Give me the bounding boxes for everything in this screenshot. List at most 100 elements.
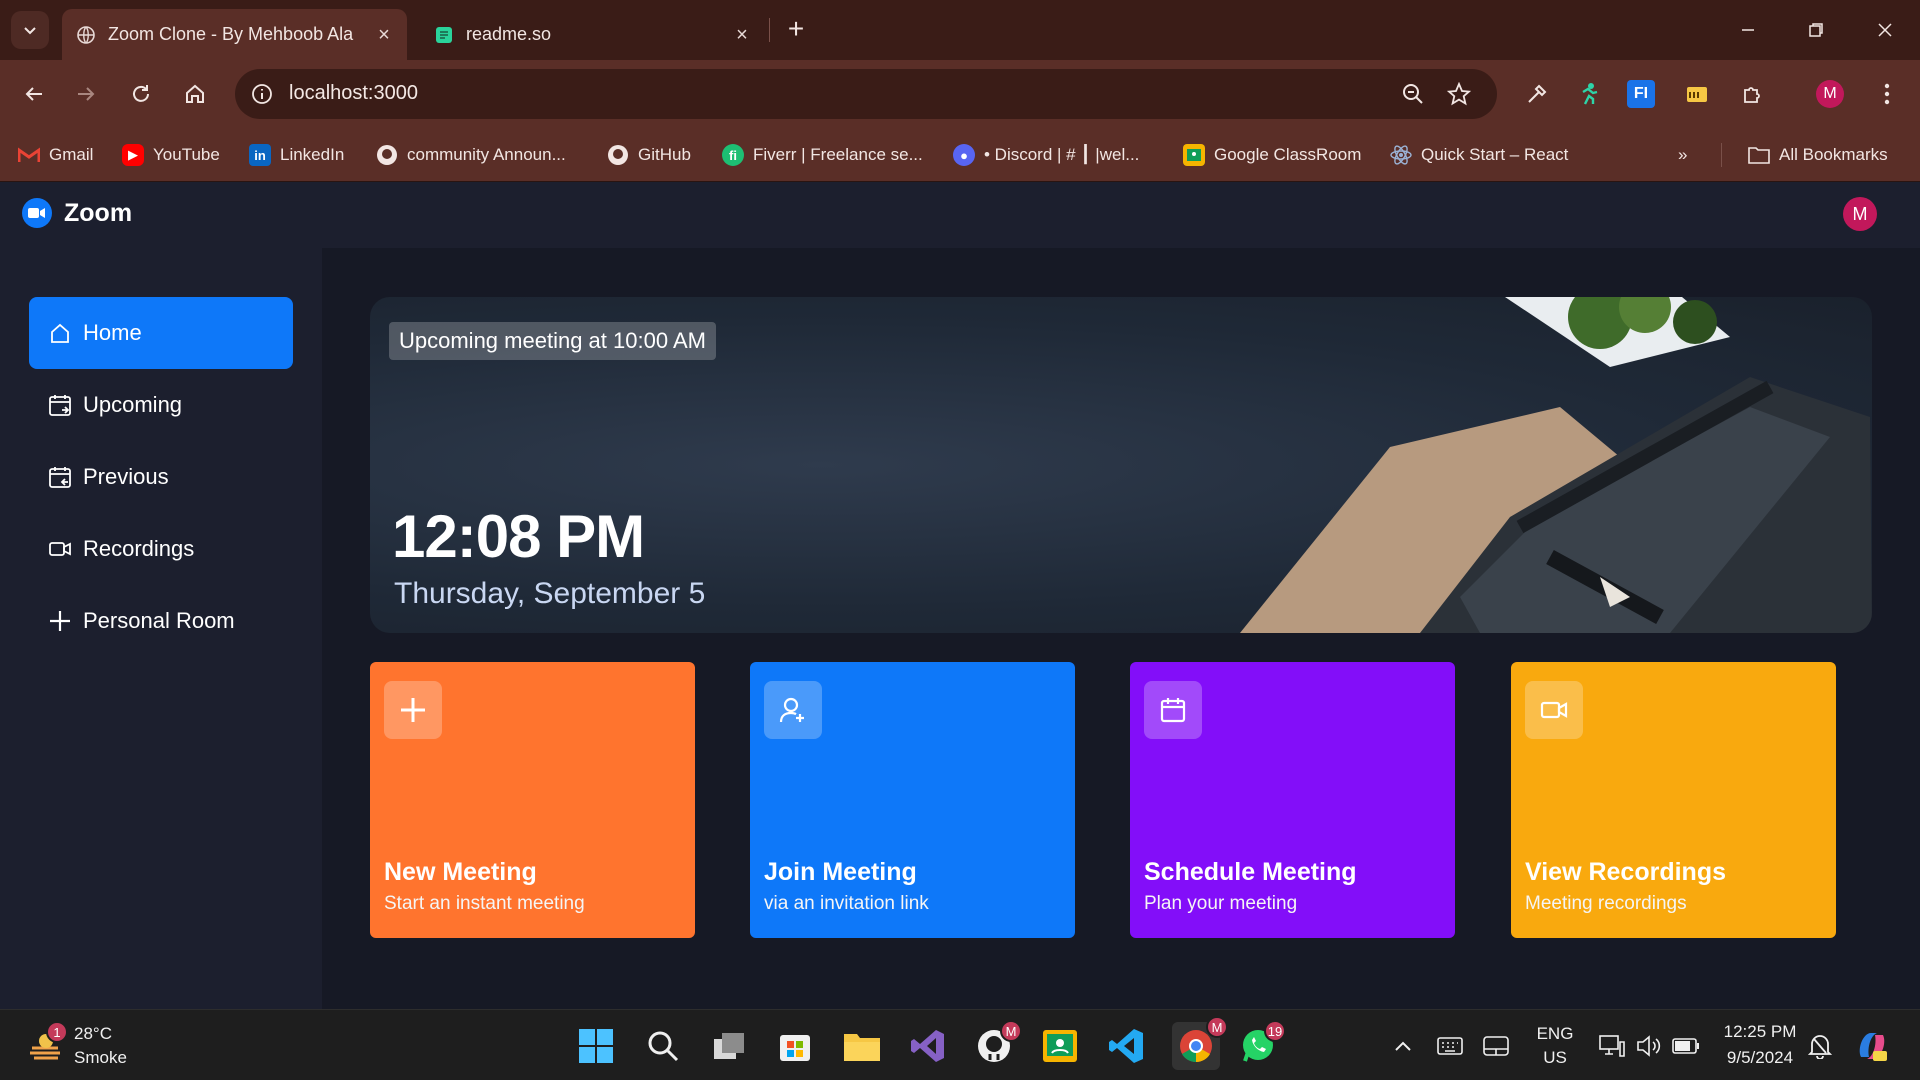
add-user-icon [764,681,822,739]
classroom-icon [1043,1030,1077,1062]
arrow-left-icon [25,87,42,101]
battery-button[interactable] [1666,1026,1706,1066]
restore-button[interactable] [1783,8,1849,52]
view-recordings-card[interactable]: View Recordings Meeting recordings [1511,662,1836,938]
home-button[interactable] [175,74,215,114]
more-bookmarks-button[interactable]: » [1678,140,1687,170]
tab-search-button[interactable] [11,11,49,49]
current-time: 12:08 PM [392,503,645,570]
weather-badge: 1 [46,1021,68,1043]
start-button[interactable] [576,1026,616,1066]
eyedropper-extension-button[interactable] [1520,77,1554,111]
chrome-button[interactable]: M [1172,1016,1228,1070]
fi-extension-icon[interactable]: FI [1627,80,1655,108]
bookmark-classroom[interactable]: Google ClassRoom [1183,140,1361,170]
network-button[interactable] [1592,1026,1632,1066]
profile-avatar[interactable]: M [1816,80,1844,108]
url-text[interactable]: localhost:3000 [289,82,418,105]
input-language[interactable]: ENG US [1530,1024,1580,1068]
task-view-button[interactable] [709,1026,749,1066]
all-bookmarks-button[interactable]: All Bookmarks [1748,140,1888,170]
bookmark-discord[interactable]: ● • Discord | # ┃ |wel... [953,140,1139,170]
volume-icon [1637,1035,1661,1057]
folder-icon [844,1034,880,1061]
whatsapp-button[interactable]: 19 [1238,1020,1286,1066]
clock[interactable]: 12:25 PM 9/5/2024 [1710,1022,1810,1068]
current-date: Thursday, September 5 [394,577,706,610]
extensions-menu-button[interactable] [1736,77,1770,111]
bookmark-star-button[interactable] [1445,80,1473,108]
bookmark-gmail[interactable]: Gmail [18,140,93,170]
user-avatar[interactable]: M [1843,197,1877,231]
kebab-menu-icon [1884,83,1890,105]
sidebar-item-label: Previous [83,464,169,489]
keyboard-button[interactable] [1430,1026,1470,1066]
google-classroom-button[interactable] [1040,1026,1080,1066]
file-explorer-button[interactable] [842,1026,882,1066]
tab-readme[interactable]: readme.so × [420,9,765,60]
app-logo[interactable]: Zoom [22,198,132,228]
bookmark-github[interactable]: GitHub [607,140,691,170]
join-meeting-card[interactable]: Join Meeting via an invitation link [750,662,1075,938]
home-icon [47,320,73,346]
weather-widget[interactable]: 1 28°C Smoke [26,1021,127,1068]
card-subtitle: via an invitation link [764,893,929,914]
close-window-button[interactable] [1852,8,1918,52]
tab-zoom-clone[interactable]: Zoom Clone - By Mehboob Ala × [62,9,407,60]
touchpad-button[interactable] [1476,1026,1516,1066]
sidebar-item-label: Recordings [83,536,195,561]
upcoming-meeting-badge: Upcoming meeting at 10:00 AM [389,322,716,360]
sidebar-item-upcoming[interactable]: Upcoming [29,369,293,441]
card-title: New Meeting [384,858,537,886]
sidebar-item-label: Personal Room [83,608,235,633]
sidebar-item-recordings[interactable]: Recordings [29,513,293,585]
star-icon [1447,82,1471,106]
vscode-icon [1109,1029,1143,1063]
close-icon[interactable]: × [375,25,393,45]
new-meeting-card[interactable]: New Meeting Start an instant meeting [370,662,695,938]
calendar-upcoming-icon [47,392,73,418]
sidebar-item-previous[interactable]: Previous [29,441,293,513]
tab-title: Zoom Clone - By Mehboob Ala [108,24,354,44]
weather-description: Smoke [74,1048,127,1067]
github-icon [376,144,398,166]
close-icon[interactable]: × [733,25,751,45]
minimize-button[interactable] [1715,8,1781,52]
notifications-button[interactable] [1800,1026,1840,1066]
calendar-previous-icon [47,464,73,490]
search-button[interactable] [643,1026,683,1066]
bookmark-fiverr[interactable]: fi Fiverr | Freelance se... [722,140,923,170]
copilot-button[interactable] [1852,1026,1892,1066]
extension-button[interactable] [1572,77,1606,111]
bookmark-linkedin[interactable]: in LinkedIn [249,140,344,170]
reload-button[interactable] [121,74,161,114]
classroom-icon [1183,144,1205,166]
fiverr-icon: fi [722,144,744,166]
bookmark-react[interactable]: Quick Start – React [1390,140,1568,170]
sidebar-item-home[interactable]: Home [29,297,293,369]
chevron-up-icon [1395,1041,1411,1051]
new-tab-button[interactable]: + [780,14,812,46]
schedule-meeting-card[interactable]: Schedule Meeting Plan your meeting [1130,662,1455,938]
zoom-page-button[interactable] [1399,80,1427,108]
bookmark-community[interactable]: community Announ... [376,140,566,170]
show-hidden-icons-button[interactable] [1383,1026,1423,1066]
calendar-icon [1144,681,1202,739]
vscode-button[interactable] [1106,1026,1146,1066]
back-button[interactable] [14,74,54,114]
forward-button[interactable] [66,74,106,114]
extension-button[interactable] [1680,77,1714,111]
microsoft-store-button[interactable] [775,1026,815,1066]
windows-taskbar: 1 28°C Smoke M M 19 ENG US 12:25 PM 9/5/… [0,1009,1920,1080]
sidebar-item-personal-room[interactable]: Personal Room [29,585,293,657]
address-bar[interactable]: localhost:3000 [235,69,1497,119]
site-info-button[interactable] [245,77,279,111]
volume-button[interactable] [1630,1026,1670,1066]
chevron-down-icon [24,27,36,35]
weather-icon: 1 [26,1021,68,1065]
github-desktop-button[interactable]: M [974,1020,1022,1066]
bookmark-youtube[interactable]: ▶ YouTube [122,140,220,170]
browser-menu-button[interactable] [1870,77,1904,111]
battery-icon [1672,1038,1699,1054]
visual-studio-button[interactable] [908,1026,948,1066]
